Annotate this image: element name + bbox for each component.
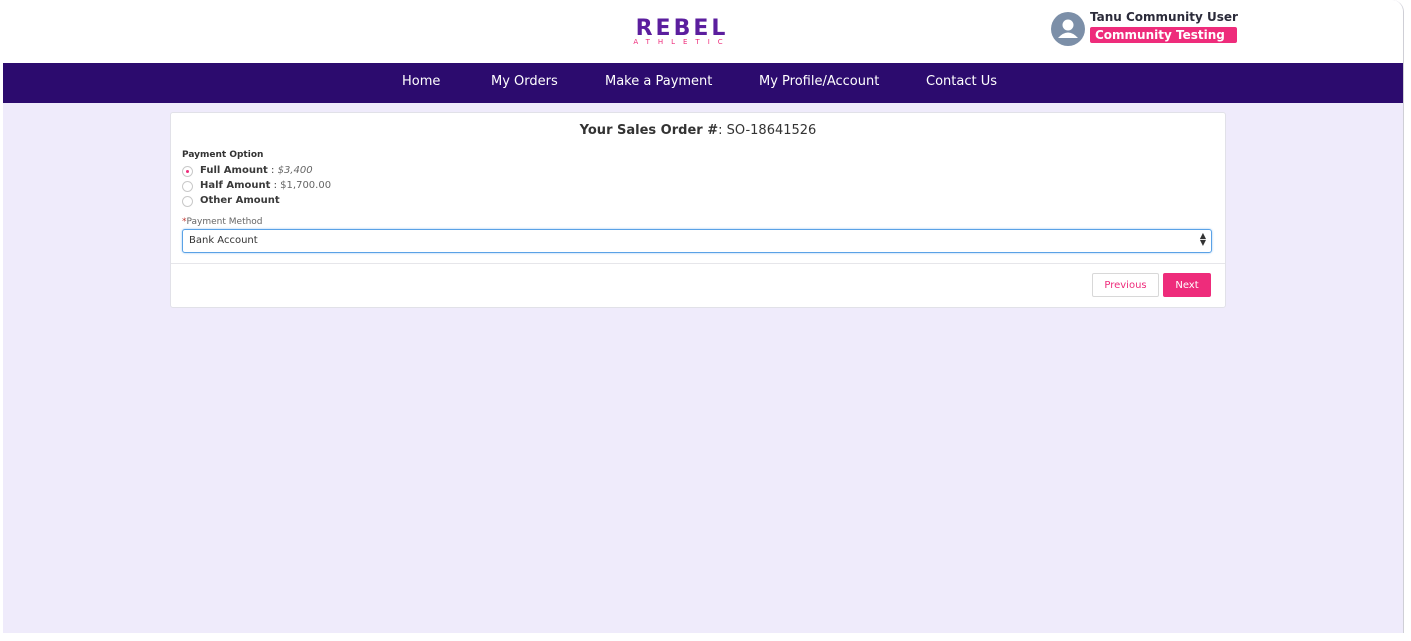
payment-method-select[interactable]: Bank Account ▲ ▼: [182, 229, 1212, 253]
radio-half-amount[interactable]: [182, 181, 193, 192]
payment-method-value: Bank Account: [189, 235, 258, 246]
svg-text:ATHLETIC: ATHLETIC: [633, 38, 730, 46]
user-avatar-icon[interactable]: [1051, 12, 1085, 46]
half-amount-label: Half Amount: [200, 180, 271, 191]
nav-make-a-payment[interactable]: Make a Payment: [605, 74, 712, 89]
payment-card: Your Sales Order #: SO-18641526 Payment …: [170, 112, 1226, 308]
half-amount-sep: :: [270, 180, 281, 191]
sales-order-label: Your Sales Order #: [579, 123, 719, 138]
radio-full-amount[interactable]: [182, 166, 193, 177]
nav-my-profile-account[interactable]: My Profile/Account: [759, 74, 879, 89]
select-updown-icon: ▲ ▼: [1199, 231, 1206, 247]
other-amount-label: Other Amount: [200, 195, 280, 206]
nav-my-orders[interactable]: My Orders: [491, 74, 558, 89]
radio-other-amount[interactable]: [182, 196, 193, 207]
full-amount-label: Full Amount: [200, 165, 268, 176]
nav-home[interactable]: Home: [402, 74, 440, 89]
next-button[interactable]: Next: [1163, 273, 1211, 297]
sales-order-heading: Your Sales Order #: SO-18641526: [171, 123, 1225, 138]
sales-order-separator: :: [718, 123, 727, 138]
payment-method-label: *Payment Method: [182, 217, 263, 227]
main-nav: Home My Orders Make a Payment My Profile…: [3, 63, 1403, 103]
sales-order-number: SO-18641526: [726, 123, 817, 138]
full-amount-value: $3,400: [277, 165, 313, 176]
payment-option-label: Payment Option: [182, 150, 264, 160]
user-community-badge: Community Testing: [1090, 27, 1237, 43]
nav-contact-us[interactable]: Contact Us: [926, 74, 997, 89]
rebel-athletic-logo[interactable]: REBEL ATHLETIC: [617, 14, 747, 46]
payment-method-label-text: Payment Method: [186, 217, 263, 227]
full-amount-sep: :: [267, 165, 278, 176]
previous-button[interactable]: Previous: [1092, 273, 1159, 297]
card-divider: [171, 263, 1225, 264]
app-window: REBEL ATHLETIC Tanu Community User Commu…: [3, 0, 1404, 633]
half-amount-value: $1,700.00: [280, 180, 332, 191]
header: REBEL ATHLETIC Tanu Community User Commu…: [3, 0, 1403, 64]
user-name: Tanu Community User: [1090, 10, 1238, 24]
